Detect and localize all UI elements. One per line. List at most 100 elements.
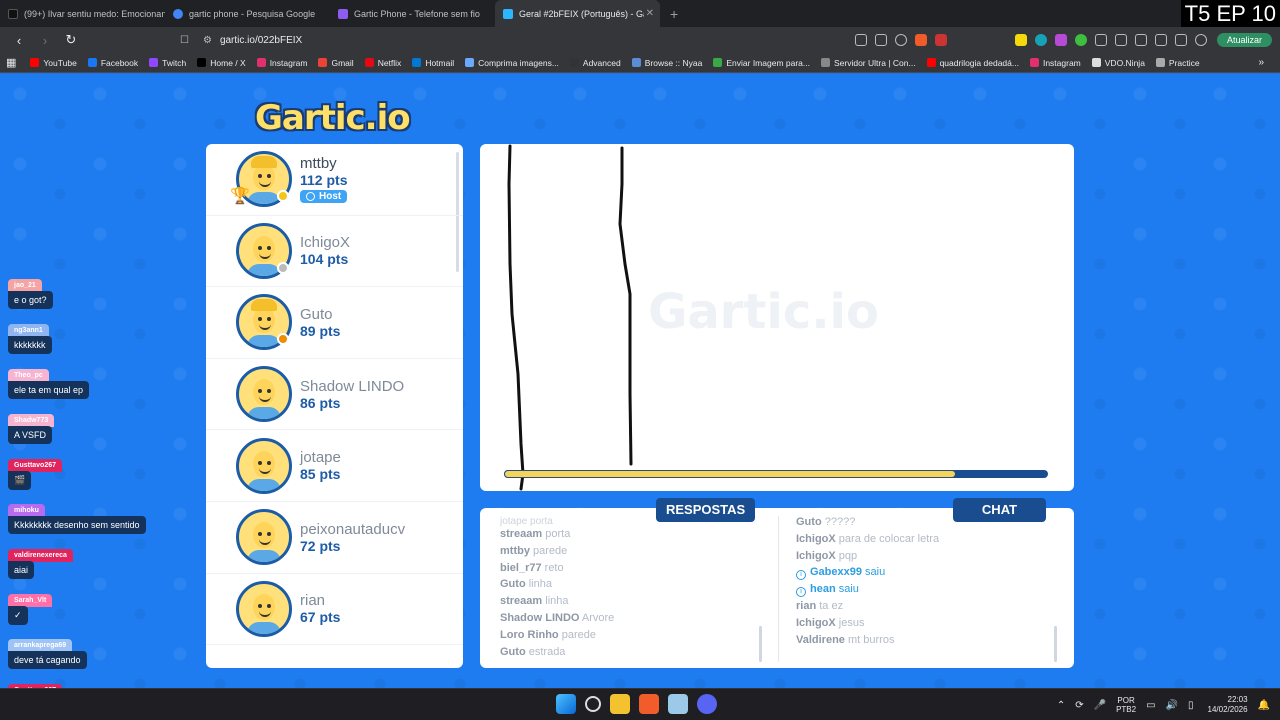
zoom-icon[interactable]	[894, 34, 907, 46]
player-row[interactable]: IchigoX 104 pts	[206, 216, 463, 288]
browser-tab-1[interactable]: (99+) Ilvar sentiu medo: Emocionante	[0, 0, 165, 27]
bookmark-label: Browse :: Nyaa	[644, 57, 703, 68]
bookmark-item[interactable]: Home / X	[197, 58, 246, 68]
answer-line: Loro Rinho parede	[500, 629, 765, 646]
sync-icon[interactable]: ⟳	[1075, 700, 1083, 711]
extensions-icon[interactable]	[1094, 34, 1107, 46]
bookmark-item[interactable]: Browse :: Nyaa	[631, 57, 703, 68]
bookmark-item[interactable]: Enviar Imagem para...	[713, 58, 810, 68]
bookmark-item[interactable]: YouTube	[30, 58, 77, 68]
browser-tab-2[interactable]: gartic phone - Pesquisa Google	[165, 0, 330, 27]
bookmark-item[interactable]: VDO.Ninja	[1091, 58, 1145, 68]
avatar-eye	[258, 245, 262, 250]
forward-icon[interactable]: ›	[38, 33, 52, 48]
bookmark-item[interactable]: quadrilogia dedadá...	[926, 58, 1019, 68]
cast-icon[interactable]	[854, 34, 867, 46]
address-bar[interactable]: ☐ ⚙ gartic.io/022bFEIX	[180, 30, 936, 50]
bookmarks-more-icon[interactable]: »	[1258, 57, 1264, 68]
chat-system-line: i Gabexx99 saiu	[796, 566, 1061, 583]
bookmark-item[interactable]: Netflix	[364, 57, 402, 68]
apps-grid-icon[interactable]: ▦	[6, 56, 16, 69]
back-icon[interactable]: ‹	[12, 33, 26, 48]
player-row[interactable]: Shadow LINDO 86 pts	[206, 359, 463, 431]
player-row[interactable]: peixonautaducv 72 pts	[206, 502, 463, 574]
bookmark-favicon-icon	[631, 58, 641, 67]
bookmark-item[interactable]: Servidor Ultra | Con...	[820, 57, 916, 68]
brave-rewards-icon[interactable]	[934, 34, 947, 46]
update-button[interactable]: Atualizar	[1216, 33, 1272, 47]
gartic-icon	[503, 8, 513, 19]
app-icon[interactable]	[668, 694, 688, 714]
brave-browser-icon[interactable]	[639, 694, 659, 714]
browser-tab-4-active[interactable]: Geral #2bFEIX (Português) - Gartic ✕	[495, 0, 660, 27]
bookmark-item[interactable]: Instagram	[1029, 58, 1081, 68]
bookmark-favicon-icon	[318, 58, 328, 67]
vpn-icon[interactable]	[1194, 34, 1207, 46]
bookmark-item[interactable]: Practice	[1155, 58, 1200, 68]
bookmark-label: Netflix	[377, 57, 402, 68]
screenshot-icon[interactable]	[1114, 34, 1127, 46]
file-explorer-icon[interactable]	[610, 694, 630, 714]
language-indicator[interactable]: POR PTB2	[1116, 696, 1136, 714]
player-row[interactable]: mttby 112 pts Host 🏆	[206, 144, 463, 216]
player-row[interactable]: jotape 85 pts	[206, 430, 463, 502]
network-icon[interactable]: ▭	[1146, 700, 1155, 711]
battery-icon[interactable]: ▯	[1188, 700, 1194, 711]
brave-shield-icon[interactable]	[914, 34, 927, 46]
discord-icon[interactable]	[697, 694, 717, 714]
bookmark-item[interactable]: Hotmail	[412, 58, 454, 68]
player-points: 86 pts	[300, 394, 341, 411]
url-text[interactable]: gartic.io/022bFEIX	[220, 35, 302, 46]
windows-start-icon[interactable]	[556, 694, 576, 714]
answers-scrollbar[interactable]	[759, 626, 762, 662]
drawing-canvas[interactable]: Gartic.io	[480, 144, 1074, 491]
player-row[interactable]: Guto 89 pts	[206, 287, 463, 359]
bookmark-label: Servidor Ultra | Con...	[833, 57, 916, 68]
stream-chat-message: mihoku Kkkkkkkk desenho sem sentido	[8, 501, 146, 534]
extension-purple-icon[interactable]	[1054, 34, 1067, 46]
notifications-icon[interactable]: 🔔	[1258, 700, 1270, 711]
microphone-icon[interactable]: 🎤	[1094, 700, 1106, 711]
tab-label: Geral #2bFEIX (Português) - Gartic	[519, 8, 644, 19]
extension-teal-icon[interactable]	[1034, 34, 1047, 46]
chevron-up-icon[interactable]: ⌃	[1057, 700, 1065, 711]
avatar-hat	[251, 156, 277, 169]
bookmark-item[interactable]: Twitch	[149, 58, 186, 68]
search-icon[interactable]	[585, 696, 601, 712]
answer-user: streaam	[500, 595, 543, 608]
extension-green-icon[interactable]	[1074, 34, 1087, 46]
site-info-icon[interactable]: ⚙	[203, 35, 212, 46]
player-info: Shadow LINDO 86 pts	[300, 378, 404, 411]
chat-user: Gabexx99	[810, 566, 862, 579]
reload-icon[interactable]: ↻	[64, 32, 78, 48]
browser-tab-3[interactable]: Gartic Phone - Telefone sem fio	[330, 0, 495, 27]
clock[interactable]: 22:03 14/02/2026	[1208, 695, 1248, 715]
music-icon[interactable]	[1134, 34, 1147, 46]
player-name: IchigoX	[300, 234, 351, 252]
bookmark-favicon-icon	[1029, 58, 1039, 67]
player-row[interactable]: rian 67 pts	[206, 574, 463, 646]
bookmark-label: Facebook	[100, 57, 139, 68]
bookmark-item[interactable]: Instagram	[256, 58, 307, 68]
bookmark-item[interactable]: Gmail	[318, 58, 354, 68]
volume-icon[interactable]: 🔊	[1166, 700, 1178, 711]
player-name: peixonautaducv	[300, 520, 406, 538]
extension-yellow-icon[interactable]	[1014, 34, 1027, 46]
bookmark-item[interactable]: Facebook	[87, 57, 139, 68]
chat-line: rian ta ez	[796, 600, 1061, 617]
gartic-phone-icon	[338, 8, 348, 19]
close-tab-icon[interactable]: ✕	[646, 8, 654, 19]
answers-chat-panel: RESPOSTAS CHAT jotape porta streaam port…	[480, 498, 1074, 668]
bookmark-item[interactable]: Comprima imagens...	[465, 58, 559, 68]
sidebar-icon[interactable]	[1154, 34, 1167, 46]
answer-user: Guto	[500, 578, 526, 591]
chat-text: saiu	[838, 583, 859, 596]
bookmark-item[interactable]: Advanced	[569, 58, 621, 68]
wallet-icon[interactable]	[1174, 34, 1187, 46]
bookmark-favicon-icon	[1091, 58, 1101, 67]
player-info: IchigoX 104 pts	[300, 234, 350, 267]
chat-scrollbar[interactable]	[1054, 626, 1057, 662]
share-icon[interactable]	[874, 34, 887, 46]
new-tab-button[interactable]: +	[670, 6, 678, 22]
bookmark-icon[interactable]: ☐	[180, 35, 189, 46]
